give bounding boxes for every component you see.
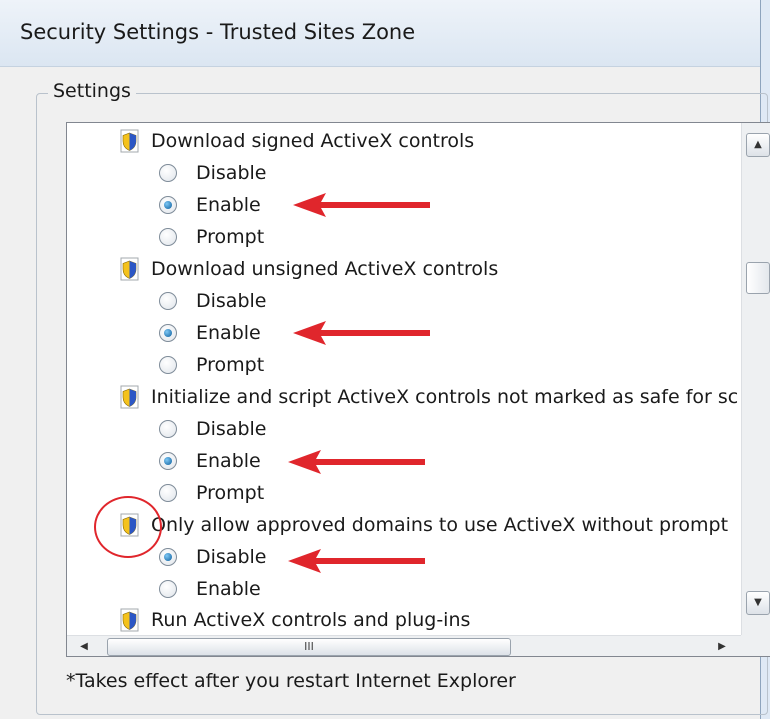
setting-only-allow-approved-domains: Only allow approved domains to use Activ… — [119, 509, 728, 541]
option-label: Enable — [196, 450, 261, 472]
radio-button-selected[interactable] — [159, 196, 177, 214]
settings-group-label: Settings — [48, 80, 136, 102]
option-disable-radio[interactable]: Disable — [159, 157, 266, 189]
option-label: Enable — [196, 194, 261, 216]
annotation-arrow-3 — [288, 450, 425, 474]
title-bar[interactable]: Security Settings - Trusted Sites Zone — [0, 0, 760, 67]
scroll-down-button[interactable]: ▼ — [746, 591, 770, 615]
restart-footnote: *Takes effect after you restart Internet… — [66, 670, 516, 692]
vertical-scroll-thumb[interactable] — [746, 262, 770, 294]
setting-heading-label: Run ActiveX controls and plug-ins — [151, 609, 471, 631]
annotation-arrow-2 — [293, 321, 430, 345]
shield-icon — [120, 385, 139, 409]
option-disable-radio[interactable]: Disable — [159, 541, 266, 573]
setting-download-signed-activex: Download signed ActiveX controls — [119, 125, 474, 157]
scroll-up-button[interactable]: ▲ — [746, 133, 770, 157]
radio-button[interactable] — [159, 228, 177, 246]
option-label: Disable — [196, 546, 267, 568]
radio-button-selected[interactable] — [159, 548, 177, 566]
annotation-arrow-4 — [288, 549, 425, 573]
setting-heading-label: Initialize and script ActiveX controls n… — [151, 386, 739, 408]
option-disable-radio[interactable]: Disable — [159, 413, 266, 445]
option-label: Enable — [196, 322, 261, 344]
option-label: Prompt — [196, 354, 265, 376]
setting-initialize-script-activex: Initialize and script ActiveX controls n… — [119, 381, 738, 413]
radio-button-selected[interactable] — [159, 324, 177, 342]
option-enable-radio[interactable]: Enable — [159, 317, 261, 349]
option-label: Disable — [196, 418, 267, 440]
option-prompt-radio[interactable]: Prompt — [159, 477, 264, 509]
horizontal-scrollbar[interactable]: ◀ III ▶ — [67, 635, 741, 656]
radio-button[interactable] — [159, 164, 177, 182]
radio-button[interactable] — [159, 356, 177, 374]
option-label: Enable — [196, 578, 261, 600]
radio-button[interactable] — [159, 292, 177, 310]
security-settings-dialog: Security Settings - Trusted Sites Zone S… — [0, 0, 770, 719]
setting-download-unsigned-activex: Download unsigned ActiveX controls — [119, 253, 498, 285]
radio-button[interactable] — [159, 484, 177, 502]
window-title: Security Settings - Trusted Sites Zone — [20, 20, 416, 44]
annotation-circle — [94, 496, 162, 558]
option-prompt-radio[interactable]: Prompt — [159, 349, 264, 381]
shield-icon — [120, 257, 139, 281]
option-label: Disable — [196, 290, 267, 312]
radio-button[interactable] — [159, 580, 177, 598]
setting-heading-label: Download unsigned ActiveX controls — [151, 258, 499, 280]
option-label: Disable — [196, 162, 267, 184]
setting-heading-label: Download signed ActiveX controls — [151, 130, 475, 152]
option-enable-radio[interactable]: Enable — [159, 573, 261, 605]
option-label: Prompt — [196, 482, 265, 504]
setting-heading-label: Only allow approved domains to use Activ… — [151, 514, 729, 536]
radio-button-selected[interactable] — [159, 452, 177, 470]
scrollbar-corner — [741, 635, 770, 656]
shield-icon — [120, 129, 139, 153]
shield-icon — [120, 608, 139, 632]
scroll-right-button[interactable]: ▶ — [713, 638, 731, 655]
annotation-arrow-1 — [293, 193, 430, 217]
option-prompt-radio[interactable]: Prompt — [159, 221, 264, 253]
option-enable-radio[interactable]: Enable — [159, 445, 261, 477]
setting-run-activex-plugins: Run ActiveX controls and plug-ins — [119, 604, 470, 635]
option-enable-radio[interactable]: Enable — [159, 189, 261, 221]
option-label: Prompt — [196, 226, 265, 248]
scroll-left-button[interactable]: ◀ — [75, 638, 93, 655]
option-disable-radio[interactable]: Disable — [159, 285, 266, 317]
vertical-scrollbar[interactable]: ▲ ▼ — [741, 123, 770, 635]
horizontal-scroll-thumb[interactable]: III — [107, 638, 511, 656]
radio-button[interactable] — [159, 420, 177, 438]
